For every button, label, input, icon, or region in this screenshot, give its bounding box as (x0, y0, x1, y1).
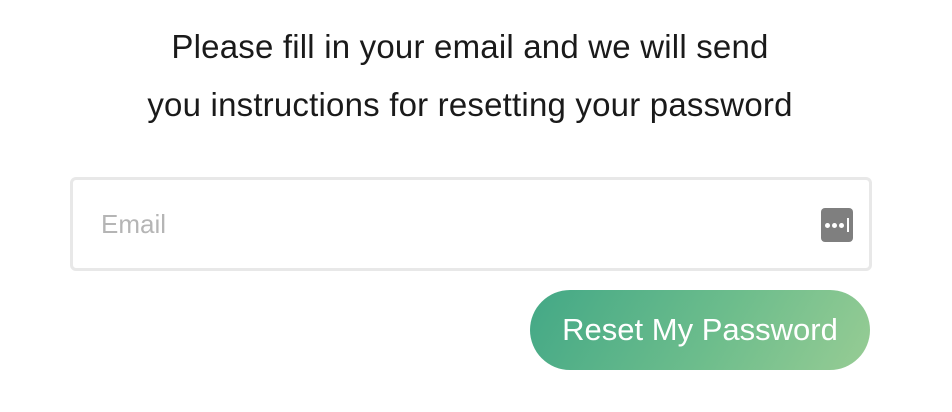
email-field-container (70, 177, 872, 271)
cursor-bar-icon (847, 218, 849, 232)
reset-password-button[interactable]: Reset My Password (530, 290, 870, 370)
dot-icon (839, 222, 844, 228)
password-manager-icon[interactable] (821, 208, 853, 242)
reset-password-page: Please fill in your email and we will se… (0, 0, 952, 412)
dot-icon (832, 222, 837, 228)
instructions-line-1: Please fill in your email and we will se… (171, 28, 769, 65)
dot-icon (825, 222, 830, 228)
instructions-text: Please fill in your email and we will se… (0, 18, 940, 134)
instructions-line-2: you instructions for resetting your pass… (147, 86, 793, 123)
email-input[interactable] (73, 180, 869, 268)
